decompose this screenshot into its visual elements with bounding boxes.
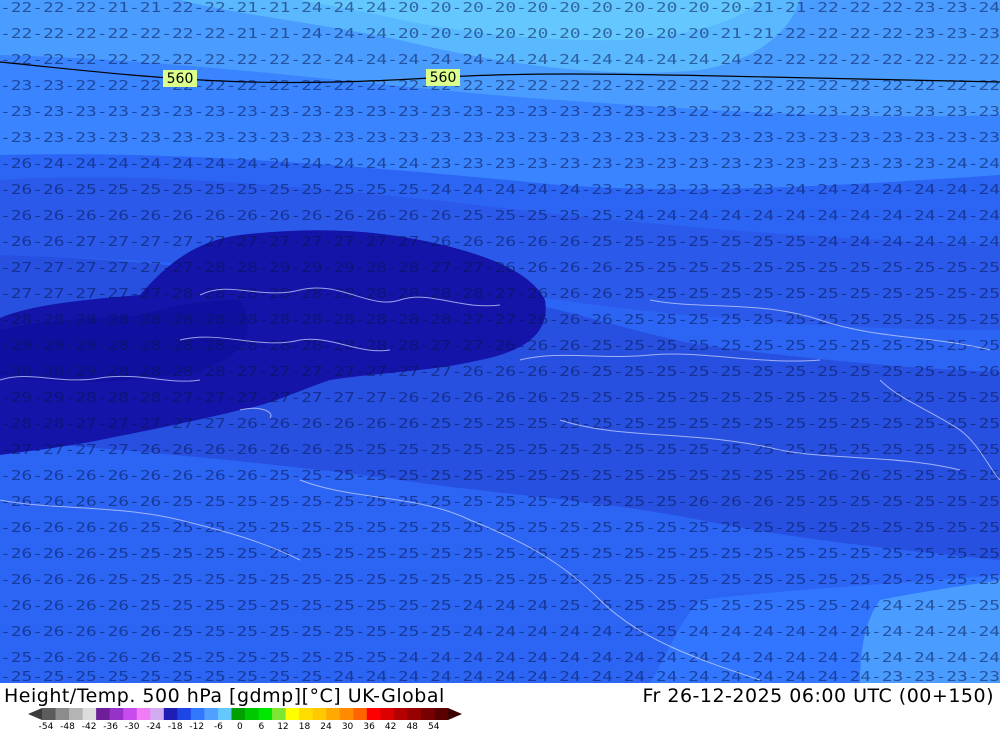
scale-tick-label: 18	[298, 722, 311, 732]
svg-text:-23-23-23-23-23-23-23-23-23-23: -23-23-23-23-23-23-23-23-23-23-23-23-23-…	[0, 131, 1000, 146]
svg-text:-22-22-22-21-21-22-22-21-21-24: -22-22-22-21-21-22-22-21-21-24-24-24-20-…	[0, 1, 1000, 16]
color-scale: -54 -48 -42 -36 -30 -24 -18 -12 -6 0 6 12 18 24 30 36 42…	[28, 706, 464, 732]
svg-text:-27-27-27-27-26-26-26-26-26-26: -27-27-27-27-26-26-26-26-26-26-25-25-25-…	[0, 443, 1000, 458]
scale-swatch	[393, 708, 408, 720]
contour-label-text: 560	[167, 71, 194, 87]
contour-label-text: 560	[430, 70, 457, 86]
svg-text:-26-26-26-25-25-25-25-25-25-25: -26-26-26-25-25-25-25-25-25-25-25-25-25-…	[0, 573, 1000, 588]
scale-arrow-right	[448, 708, 462, 720]
scale-tick-label: 0	[236, 722, 243, 732]
scale-swatch	[285, 708, 300, 720]
scale-tick-label: -54	[38, 722, 54, 732]
svg-text:-25-26-26-26-26-25-25-25-25-25: -25-26-26-26-26-25-25-25-25-25-25-25-24-…	[0, 651, 1000, 666]
scale-swatch	[434, 708, 449, 720]
scale-swatch	[272, 708, 287, 720]
scale-tick-label: -36	[103, 722, 118, 732]
scale-swatch	[163, 708, 178, 720]
scale-swatch	[407, 708, 422, 720]
scale-tick-label: 12	[277, 722, 289, 732]
svg-text:-26-26-26-26-26-25-25-25-25-25: -26-26-26-26-26-25-25-25-25-25-25-25-25-…	[0, 625, 1000, 640]
scale-swatch	[312, 708, 327, 720]
scale-tick-label: 36	[363, 722, 375, 732]
map-title: Height/Temp. 500 hPa [gdmp][°C] UK-Globa…	[4, 685, 445, 707]
scale-swatch	[42, 708, 57, 720]
scale-swatch	[217, 708, 232, 720]
scale-swatch	[55, 708, 70, 720]
scale-tick-label: 6	[258, 722, 265, 732]
scale-swatch	[339, 708, 354, 720]
svg-text:-29-29-29-28-28-28-28-28-28-28: -29-29-29-28-28-28-28-28-28-28-28-28-28-…	[0, 339, 1000, 354]
svg-text:-26-24-24-24-24-24-24-24-24-24: -26-24-24-24-24-24-24-24-24-24-24-24-24-…	[0, 157, 1000, 172]
svg-text:-26-26-26-26-26-26-26-26-25-25: -26-26-26-26-26-26-26-26-25-25-25-25-25-…	[0, 469, 1000, 484]
svg-text:-26-26-27-27-27-27-27-27-27-27: -26-26-27-27-27-27-27-27-27-27-27-27-27-…	[0, 235, 1000, 250]
svg-text:-25-25-25-25-25-25-25-25-25-25: -25-25-25-25-25-25-25-25-25-25-24-24-24-…	[0, 670, 1000, 683]
scale-tick-label: -48	[60, 722, 75, 732]
scale-swatch	[380, 708, 395, 720]
scale-tick-label: 42	[384, 722, 397, 732]
svg-text:-26-26-26-25-25-25-25-25-25-25: -26-26-26-25-25-25-25-25-25-25-25-25-25-…	[0, 547, 1000, 562]
svg-text:-23-23-23-23-23-23-23-23-23-23: -23-23-23-23-23-23-23-23-23-23-23-23-23-…	[0, 105, 1000, 120]
svg-text:-26-26-26-26-26-26-26-26-26-26: -26-26-26-26-26-26-26-26-26-26-26-26-26-…	[0, 209, 1000, 224]
scale-swatch	[353, 708, 368, 720]
contour-label-2: 560	[426, 69, 460, 86]
scale-tick-label: 48	[406, 722, 418, 732]
svg-text:-22-22-22-22-22-22-22-21-21-24: -22-22-22-22-22-22-22-21-21-24-24-24-20-…	[0, 27, 1000, 42]
svg-text:-29-29-28-28-28-27-27-27-27-27: -29-29-28-28-28-27-27-27-27-27-27-27-26-…	[0, 391, 1000, 406]
scale-swatch	[204, 708, 219, 720]
scale-tick-label: -30	[124, 722, 140, 732]
scale-tick-label: 30	[341, 722, 354, 732]
scale-tick-label: 54	[427, 722, 440, 732]
scale-swatch	[420, 708, 435, 720]
svg-text:-26-26-25-25-25-25-25-25-25-25: -26-26-25-25-25-25-25-25-25-25-25-25-25-…	[0, 183, 1000, 198]
svg-text:-27-27-27-27-27-27-28-28-29-29: -27-27-27-27-27-27-28-28-29-29-29-28-28-…	[0, 261, 1000, 276]
contour-label-1: 560	[163, 70, 197, 87]
scale-swatch	[69, 708, 84, 720]
svg-text:-23-23-22-22-22-22-22-22-22-22: -23-23-22-22-22-22-22-22-22-22-22-22-22-…	[0, 79, 1000, 94]
svg-text:-26-26-26-26-26-25-25-25-25-25: -26-26-26-26-26-25-25-25-25-25-25-25-25-…	[0, 495, 1000, 510]
scale-swatch	[326, 708, 341, 720]
svg-text:-28-28-28-28-28-28-28-28-28-28: -28-28-28-28-28-28-28-28-28-28-28-28-28-…	[0, 313, 1000, 328]
svg-text:-26-26-26-26-25-25-25-25-25-25: -26-26-26-26-25-25-25-25-25-25-25-25-25-…	[0, 521, 1000, 536]
scale-swatch	[150, 708, 165, 720]
scale-swatch	[123, 708, 138, 720]
scale-swatch	[136, 708, 151, 720]
color-scale-bar	[28, 708, 462, 720]
scale-tick-label: -12	[189, 722, 205, 732]
valid-time: Fr 26-12-2025 06:00 UTC (00+150)	[642, 685, 994, 707]
map-footer: Height/Temp. 500 hPa [gdmp][°C] UK-Globa…	[0, 683, 1000, 733]
scale-tick-label: -18	[167, 722, 183, 732]
scale-tick-label: 24	[320, 722, 332, 732]
scale-swatch	[366, 708, 381, 720]
scale-swatch	[109, 708, 124, 720]
scale-tick-label: -42	[81, 722, 97, 732]
scale-swatch	[258, 708, 273, 720]
scale-swatch	[299, 708, 314, 720]
scale-swatch	[96, 708, 111, 720]
svg-text:-27-27-27-27-27-28-28-28-28-28: -27-27-27-27-27-28-28-28-28-28-28-28-28-…	[0, 287, 1000, 302]
scale-tick-label: -24	[146, 722, 162, 732]
scale-swatch	[245, 708, 260, 720]
scale-tick-label: -6	[213, 722, 223, 732]
scale-swatch	[177, 708, 192, 720]
svg-text:-22-22-22-22-22-22-22-22-22-22: -22-22-22-22-22-22-22-22-22-22-24-24-24-…	[0, 53, 1000, 68]
scale-swatch	[231, 708, 246, 720]
svg-text:-28-28-27-27-27-27-27-26-26-26: -28-28-27-27-27-27-27-26-26-26-26-26-26-…	[0, 417, 1000, 432]
map-canvas: 22 -22-22-22-21-21-22-22-21-21-24-24-24-…	[0, 0, 1000, 683]
temperature-map: 22 -22-22-22-21-21-22-22-21-21-24-24-24-…	[0, 0, 1000, 683]
scale-swatch	[190, 708, 205, 720]
scale-swatch	[82, 708, 97, 720]
svg-text:-26-26-26-26-25-25-25-25-25-25: -26-26-26-26-25-25-25-25-25-25-25-25-25-…	[0, 599, 1000, 614]
scale-arrow-left	[28, 708, 42, 720]
